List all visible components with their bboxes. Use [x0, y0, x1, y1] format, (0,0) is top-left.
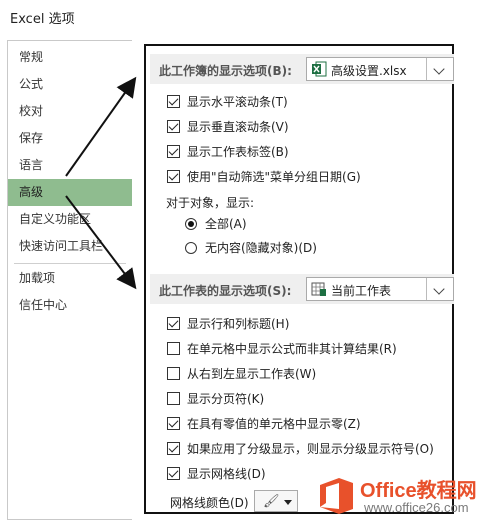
annotation-arrows [65, 76, 137, 290]
watermark-brand: Office教程网 [360, 480, 477, 502]
office-logo-icon [320, 478, 353, 514]
watermark: Office教程网 www.office26.com [314, 470, 482, 522]
arrow-to-worksheet-section [65, 195, 137, 290]
watermark-site: www.office26.com [364, 500, 469, 515]
arrow-to-workbook-section [65, 76, 137, 177]
